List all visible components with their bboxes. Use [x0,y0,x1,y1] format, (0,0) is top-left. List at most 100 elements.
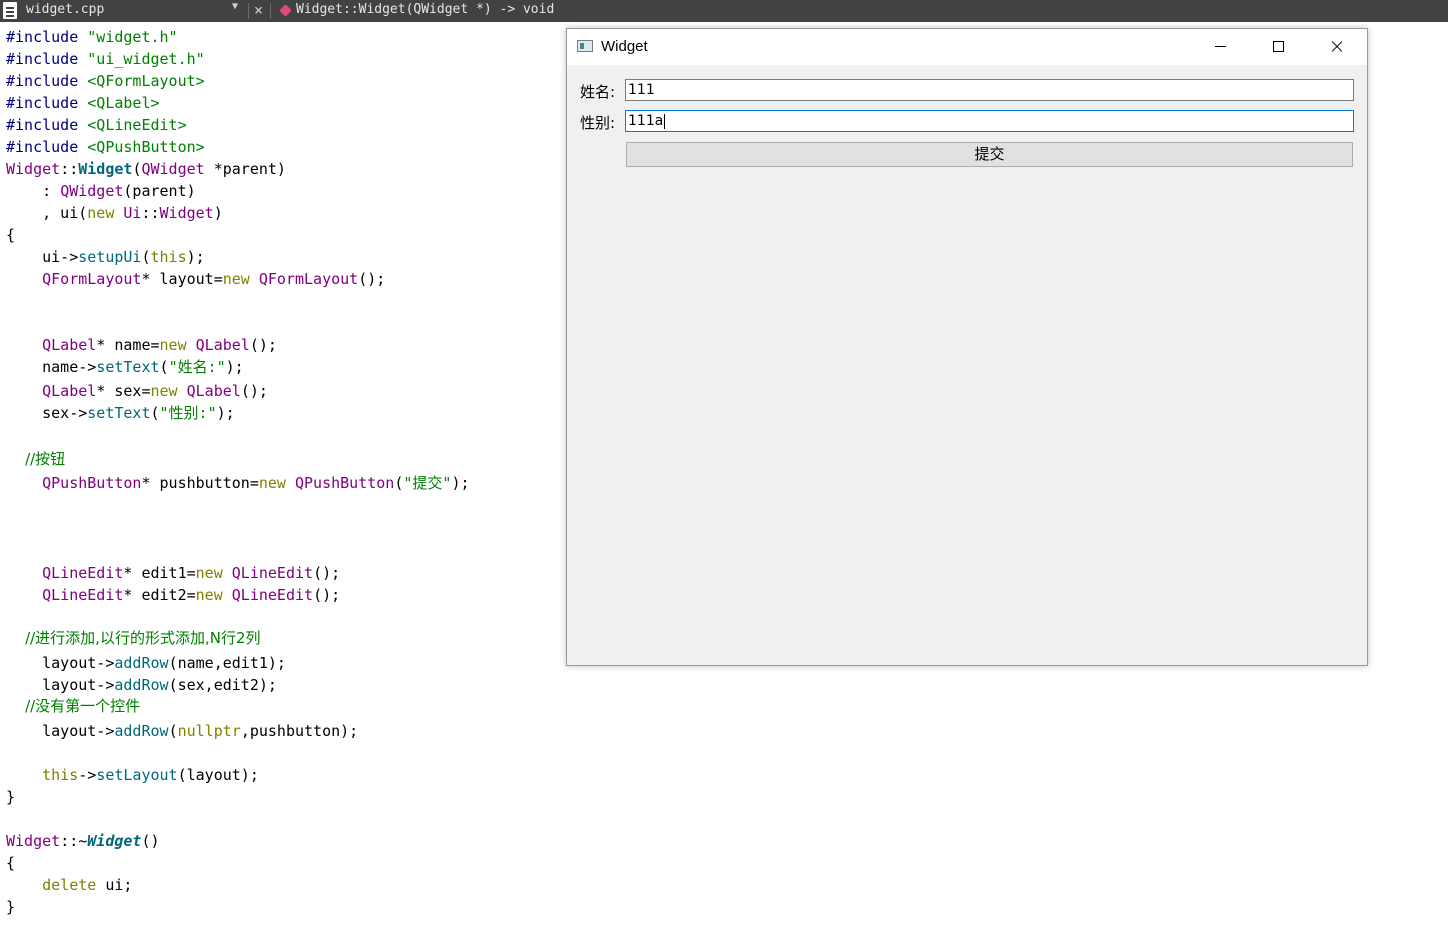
code-token: "ui_widget.h" [87,50,205,68]
code-token: (); [358,270,386,288]
chevron-down-icon[interactable]: ▼ [232,1,238,12]
code-token: "widget.h" [87,28,178,46]
code-line: #include <QLineEdit> [6,115,187,135]
code-token: Widget [159,204,214,222]
code-line: name->setText("姓名:"); [6,357,244,377]
code-token: :: [141,204,160,222]
code-token: name-> [6,358,97,376]
code-token: #include [6,116,79,134]
code-token: #include [6,50,79,68]
code-token: QWidget [141,160,205,178]
code-token: * edit2= [123,586,196,604]
function-symbol-icon [279,4,292,17]
code-token: setLayout [96,766,178,784]
code-comment: //按钮 [6,450,66,468]
name-label: 姓名: [580,83,616,101]
code-token: QWidget [60,182,124,200]
text-caret [664,113,666,129]
code-token: addRow [114,654,169,672]
submit-button[interactable]: 提交 [626,142,1353,167]
code-token: #include [6,28,79,46]
code-token: setText [87,404,151,422]
code-token: sex-> [6,404,88,422]
code-token: ( [141,248,151,266]
code-comment: //没有第一个控件 [6,697,141,715]
file-icon [3,2,17,19]
open-file-selector[interactable]: widget.cpp [26,2,104,17]
code-token: QLineEdit [42,586,124,604]
code-token: * sex= [96,382,151,400]
code-token: ::~ [60,832,88,850]
code-token: QLabel [42,336,97,354]
code-token: (); [240,382,268,400]
code-line: delete ui; [6,875,132,895]
code-line: QLineEdit* edit2=new QLineEdit(); [6,585,340,605]
toolbar-divider [248,3,249,19]
code-token: Widget [78,160,133,178]
code-token: ); [451,474,470,492]
code-token: new [195,586,223,604]
code-token: new [87,204,115,222]
code-token: (layout); [177,766,259,784]
code-token: layout-> [6,722,115,740]
code-line: QFormLayout* layout=new QFormLayout(); [6,269,385,289]
code-token: * edit1= [123,564,196,582]
code-token: "提交" [403,474,452,492]
code-token: addRow [114,676,169,694]
code-line: { [6,854,16,872]
code-token: new [222,270,250,288]
code-token: addRow [114,722,169,740]
code-line: sex->setText("性别:"); [6,403,235,423]
code-token: (parent) [123,182,196,200]
name-input[interactable]: 111 [625,79,1354,101]
code-token: layout-> [6,654,115,672]
code-token: Widget [87,832,142,850]
code-line: layout->addRow(name,edit1); [6,653,286,673]
code-line: #include <QFormLayout> [6,71,205,91]
code-token: Ui [123,204,142,222]
code-token: nullptr [177,722,241,740]
code-token: , ui( [6,204,88,222]
close-button[interactable] [1307,29,1365,65]
code-token: ( [159,358,169,376]
toolbar-divider [270,3,271,19]
sex-input[interactable]: 111a [625,110,1354,132]
code-token: ); [186,248,205,266]
maximize-button[interactable] [1249,29,1307,65]
code-line: layout->addRow(nullptr,pushbutton); [6,721,358,741]
symbol-selector[interactable]: Widget::Widget(QWidget *) -> void [296,2,554,17]
close-document-icon[interactable]: × [254,1,263,19]
code-token: (); [313,564,341,582]
code-token: QLabel [195,336,250,354]
code-line: this->setLayout(layout); [6,765,259,785]
code-token: ) [213,204,223,222]
code-line: { [6,226,16,244]
code-token: ( [150,404,160,422]
code-line: #include <QLabel> [6,93,160,113]
code-token: #include [6,72,79,90]
code-token: #include [6,94,79,112]
code-token: QLabel [186,382,241,400]
code-line: Widget::~Widget() [6,831,160,851]
code-line: } [6,788,16,806]
code-token: setupUi [78,248,142,266]
code-token: QLineEdit [42,564,124,582]
minimize-button[interactable] [1191,29,1249,65]
code-line: : QWidget(parent) [6,181,196,201]
code-token: new [159,336,187,354]
code-token: ); [225,358,244,376]
code-token: ui-> [6,248,79,266]
editor-toolbar: widget.cpp ▼ × Widget::Widget(QWidget *)… [0,0,1448,22]
code-token: QFormLayout [42,270,142,288]
code-token: QFormLayout [258,270,359,288]
code-token: delete [42,876,97,894]
code-line: QPushButton* pushbutton=new QPushButton(… [6,473,470,493]
window-titlebar[interactable]: Widget [567,29,1367,65]
